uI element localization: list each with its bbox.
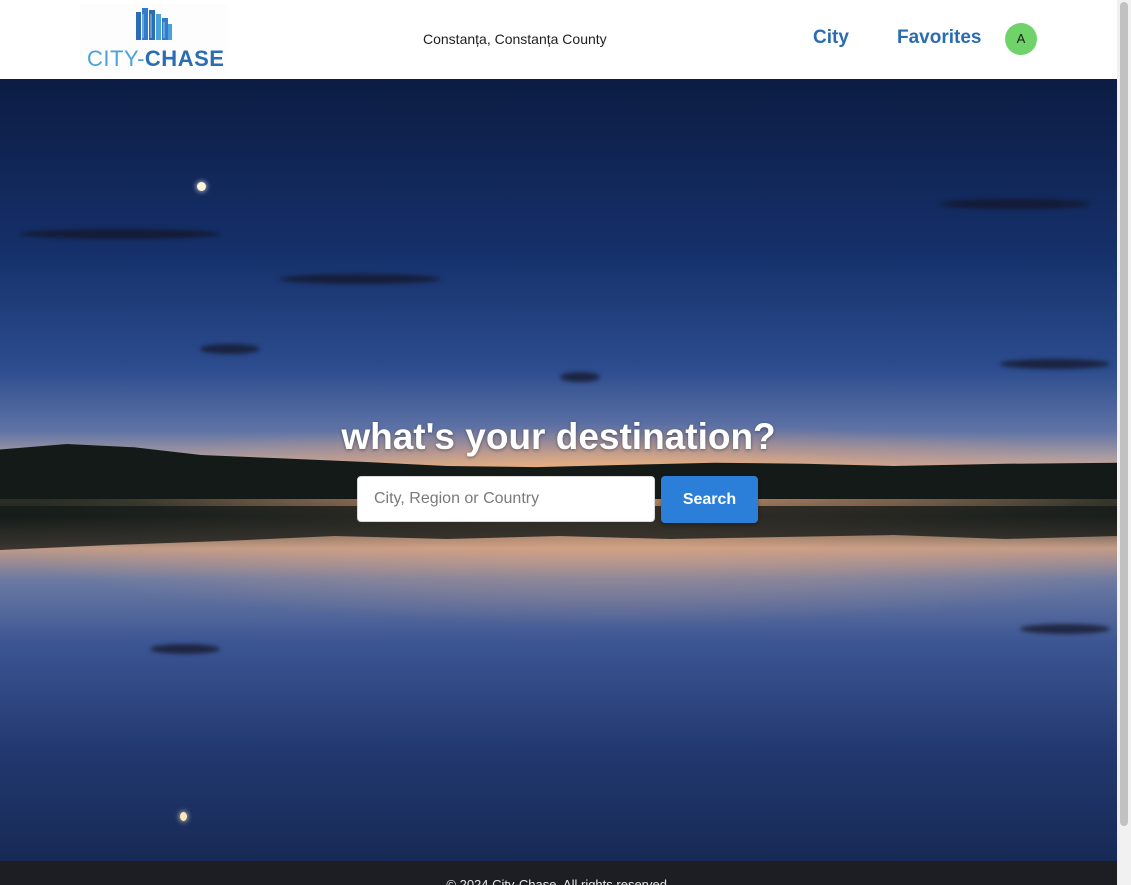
current-location: Constanța, Constanța County: [423, 31, 607, 47]
cloud-shape: [200, 344, 260, 354]
cloud-shape: [150, 644, 220, 654]
cloud-shape: [1000, 359, 1110, 369]
city-chase-logo[interactable]: CITY-CHASE: [80, 4, 228, 74]
top-header: CITY-CHASE Constanța, Constanța County C…: [0, 0, 1117, 79]
logo-dash-text: -: [137, 46, 145, 71]
buildings-logo-icon: [136, 8, 172, 40]
destination-search-input[interactable]: [357, 476, 655, 522]
cloud-shape: [1020, 624, 1110, 634]
page-scrollbar[interactable]: [1117, 0, 1131, 885]
cloud-shape: [20, 229, 220, 239]
footer-copyright: © 2024 City-Chase. All rights reserved.: [446, 877, 671, 885]
logo-city-text: CITY: [87, 46, 138, 71]
logo-chase-text: CHASE: [144, 46, 225, 71]
cloud-shape: [560, 372, 600, 382]
logo-wordmark: CITY-CHASE: [87, 46, 224, 72]
search-button[interactable]: Search: [661, 476, 758, 523]
hero-section: what's your destination? Search: [0, 79, 1117, 861]
cloud-shape: [940, 199, 1090, 209]
page-footer: © 2024 City-Chase. All rights reserved.: [0, 861, 1117, 885]
moon-reflection-icon: [180, 812, 187, 821]
nav-link-favorites[interactable]: Favorites: [897, 27, 981, 49]
cloud-shape: [280, 274, 440, 284]
scrollbar-thumb[interactable]: [1120, 2, 1128, 826]
page: CITY-CHASE Constanța, Constanța County C…: [0, 0, 1117, 885]
hero-headline: what's your destination?: [341, 416, 776, 457]
nav-link-city[interactable]: City: [813, 27, 849, 49]
moon-icon: [197, 182, 206, 191]
user-avatar[interactable]: A: [1005, 23, 1037, 55]
